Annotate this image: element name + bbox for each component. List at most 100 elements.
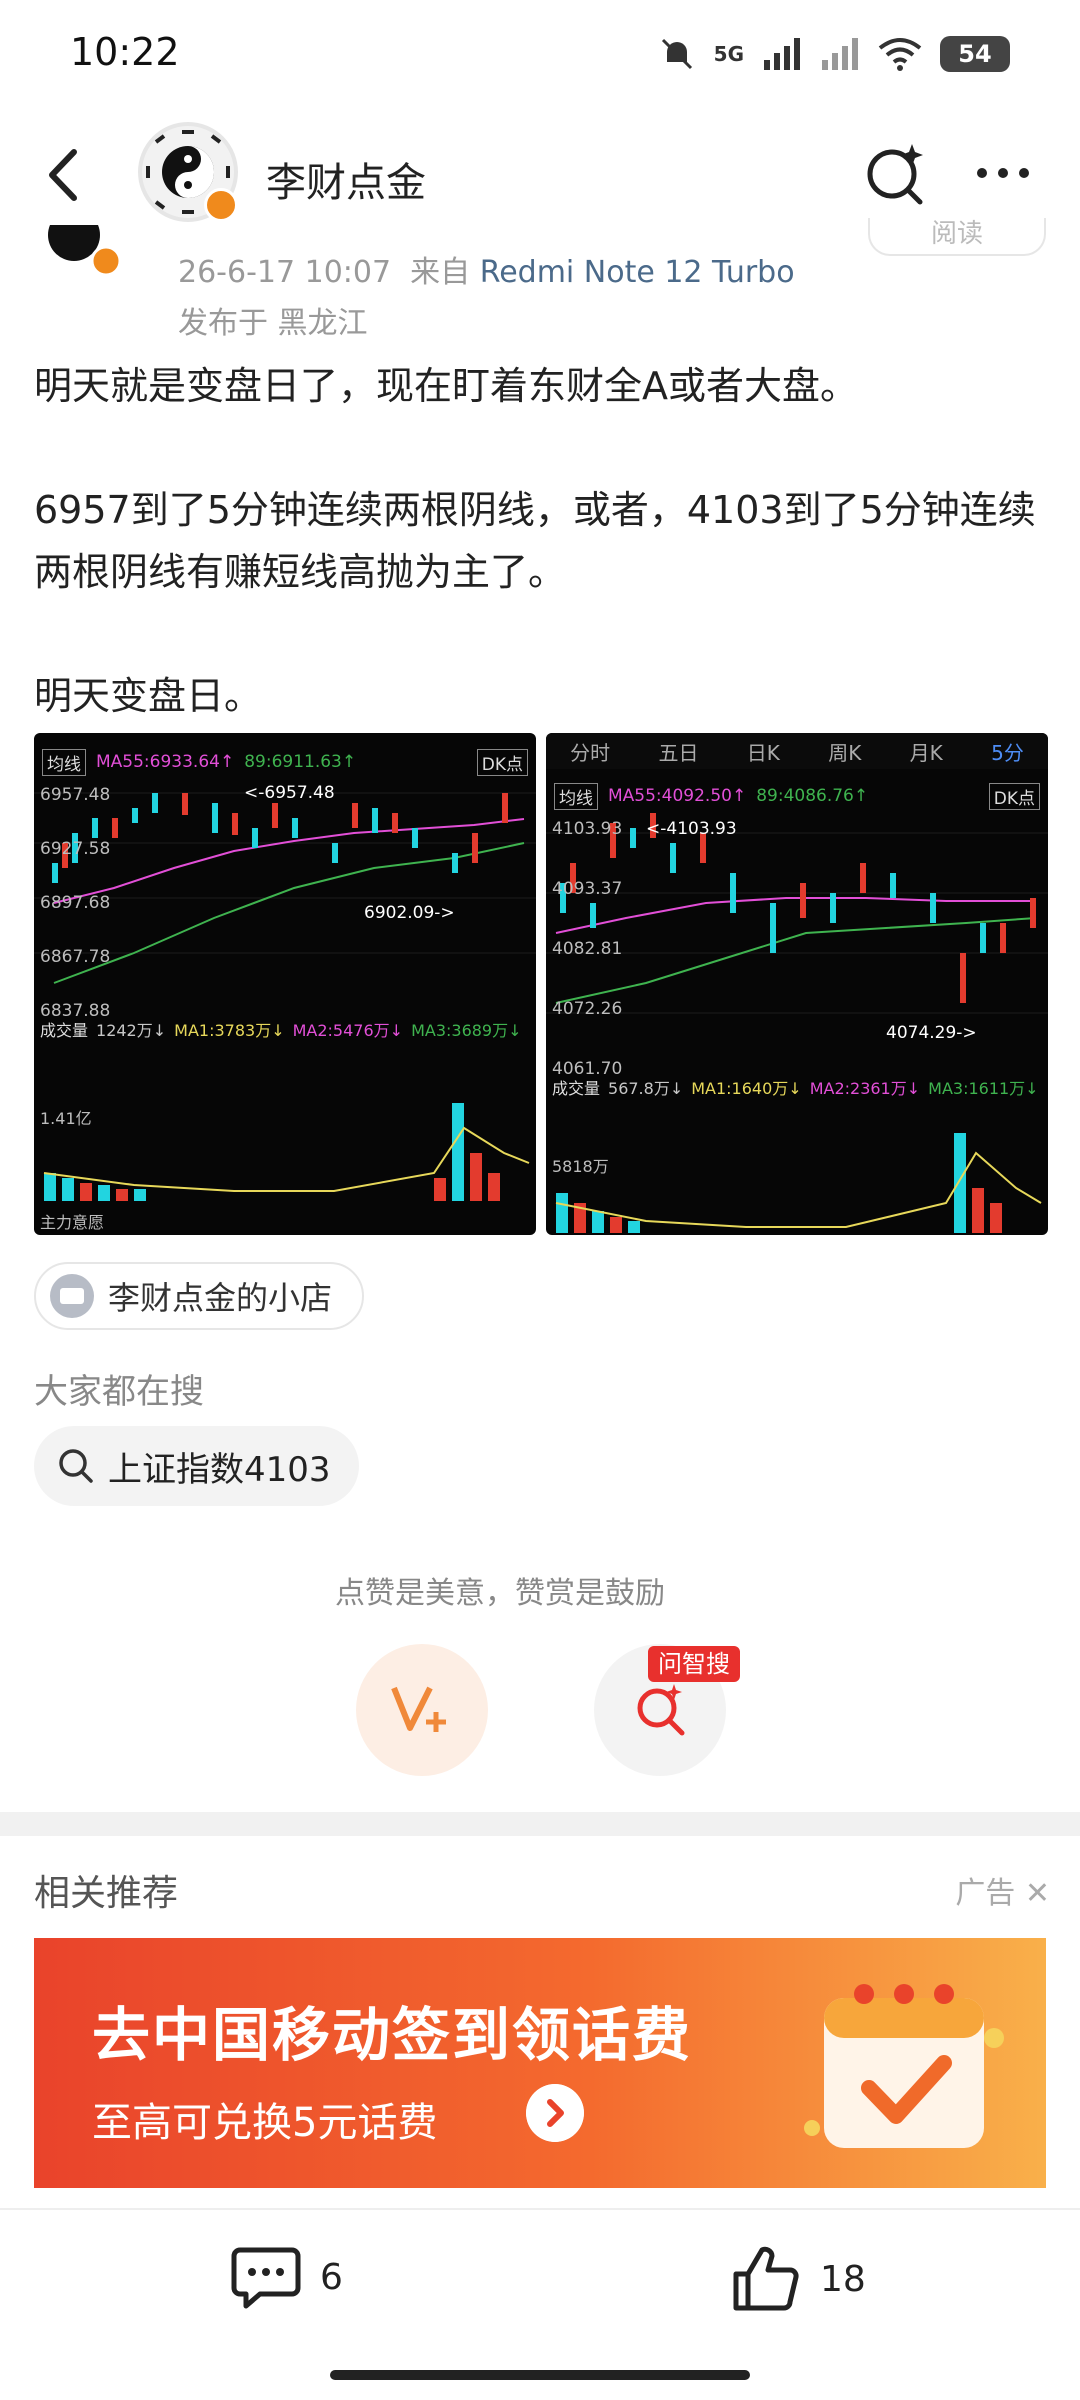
ask-search-icon — [637, 1684, 685, 1736]
low-annotation: 6902.09-> — [364, 903, 455, 923]
thumbs-up-icon — [733, 2246, 799, 2311]
volume-value: 1242万↓ — [96, 1021, 167, 1040]
shop-link[interactable]: 李财点金的小店 — [34, 1262, 365, 1330]
comment-icon — [231, 2247, 301, 2309]
volume-tag: 成交量 — [40, 1021, 89, 1040]
ad-tag[interactable]: 广告 ✕ — [955, 1868, 1050, 1912]
author-avatar-small[interactable] — [34, 225, 124, 285]
high-annotation: <-4103.93 — [646, 819, 737, 839]
ma89-value: 89:6911.63↑ — [244, 752, 357, 772]
price-tick: 6927.58 — [40, 839, 111, 859]
comment-button[interactable]: 6 — [230, 2244, 343, 2310]
verified-badge-icon — [204, 188, 238, 222]
high-annotation: <-6957.48 — [244, 783, 335, 803]
chevron-right-icon[interactable] — [526, 2084, 584, 2142]
volume-ma2: MA2:5476万↓ — [292, 1021, 404, 1040]
trending-search-query: 上证指数4103 — [108, 1449, 331, 1490]
tab-period[interactable]: 月K — [910, 737, 943, 766]
volume-legend-left: 成交量 1242万↓ MA1:3783万↓ MA2:5476万↓ MA3:368… — [34, 1015, 536, 1043]
section-divider — [0, 1812, 1080, 1836]
volume-scale: 5818万 — [552, 1157, 609, 1176]
tab-period[interactable]: 五日 — [658, 737, 698, 766]
wifi-icon — [878, 38, 922, 71]
yin-yang-small-icon — [48, 225, 122, 277]
trending-search-title: 大家都在搜 — [34, 1372, 204, 1412]
volume-ma1: MA1:1640万↓ — [691, 1079, 802, 1098]
tab-period[interactable]: 分时 — [570, 737, 610, 766]
tab-period[interactable]: 日K — [747, 737, 780, 766]
more-options-icon[interactable] — [968, 138, 1038, 208]
tab-period[interactable]: 周K — [828, 737, 861, 766]
home-indicator[interactable] — [330, 2370, 750, 2380]
ask-search-badge: 问智搜 — [648, 1646, 740, 1682]
bottom-divider — [0, 2208, 1080, 2210]
network-label: 5G — [713, 42, 744, 66]
ad-banner[interactable]: 去中国移动签到领话费 至高可兑换5元话费 — [34, 1938, 1046, 2188]
close-icon[interactable]: ✕ — [1025, 1876, 1050, 1911]
price-tick: 6867.78 — [40, 947, 111, 967]
battery-indicator: 54 — [940, 36, 1010, 72]
signal-icon-2 — [822, 38, 858, 70]
ma-tag[interactable]: 均线 — [42, 748, 86, 776]
post-paragraph: 明天就是变盘日了，现在盯着东财全A或者大盘。 — [34, 364, 858, 408]
dk-point-button[interactable]: DK点 — [988, 782, 1040, 810]
like-count: 18 — [820, 2258, 866, 2300]
volume-ma3: MA3:1611万↓ — [928, 1079, 1039, 1098]
post-location: 发布于 黑龙江 — [178, 306, 368, 341]
price-tick: 4093.37 — [552, 879, 623, 899]
dk-point-button[interactable]: DK点 — [476, 748, 528, 776]
low-annotation: 4074.29-> — [886, 1023, 977, 1043]
price-tick: 4082.81 — [552, 939, 623, 959]
ma89-value: 89:4086.76↑ — [756, 786, 869, 806]
reward-button[interactable] — [356, 1644, 488, 1776]
post-date: 26-6-17 10:07 — [178, 255, 392, 290]
mute-icon — [661, 38, 692, 70]
volume-ma3: MA3:3689万↓ — [411, 1021, 522, 1040]
price-tick: 4072.26 — [552, 999, 623, 1019]
ma55-value: MA55:4092.50↑ — [608, 786, 747, 806]
tab-period-active[interactable]: 5分 — [991, 737, 1024, 766]
calendar-check-icon — [804, 1984, 1004, 2148]
shop-label: 李财点金的小店 — [108, 1279, 333, 1317]
ad-tag-label: 广告 — [955, 1876, 1016, 1911]
ma-legend-right: 均线 MA55:4092.50↑ 89:4086.76↑ DK点 — [546, 781, 1048, 811]
ma-legend-left: 均线 MA55:6933.64↑ 89:6911.63↑ DK点 — [34, 747, 536, 777]
volume-scale: 1.41亿 — [40, 1109, 92, 1128]
volume-ma1: MA1:3783万↓ — [174, 1021, 285, 1040]
chart-image-left[interactable]: 均线 MA55:6933.64↑ 89:6911.63↑ DK点 6957.48… — [34, 733, 536, 1235]
ma-tag[interactable]: 均线 — [554, 782, 598, 810]
read-count-pill: 阅读 — [868, 218, 1046, 256]
main-force-label: 主力意愿 — [40, 1213, 105, 1232]
back-arrow-icon[interactable] — [30, 140, 100, 210]
comment-count: 6 — [320, 2256, 343, 2298]
from-prefix: 来自 — [410, 255, 471, 290]
ma55-value: MA55:6933.64↑ — [96, 752, 235, 772]
status-time: 10:22 — [70, 30, 180, 74]
period-tabs: 分时 五日 日K 周K 月K 5分 — [546, 733, 1048, 769]
like-button[interactable]: 18 — [730, 2244, 866, 2314]
shop-icon — [50, 1274, 94, 1318]
volume-legend-right: 成交量 567.8万↓ MA1:1640万↓ MA2:2361万↓ MA3:16… — [546, 1073, 1048, 1101]
header-bar: 李财点金 — [0, 110, 1080, 235]
ai-search-icon[interactable] — [860, 138, 930, 208]
chart-image-right[interactable]: 分时 五日 日K 周K 月K 5分 均线 MA55:4092.50↑ 89:40… — [546, 733, 1048, 1235]
signal-icon — [764, 38, 800, 70]
post-paragraph: 6957到了5分钟连续两根阴线，或者，4103到了5分钟连续两根阴线有赚短线高抛… — [34, 488, 1036, 594]
device-link[interactable]: Redmi Note 12 Turbo — [480, 255, 795, 290]
price-tick: 6897.68 — [40, 893, 111, 913]
candlestick-chart-left — [34, 792, 536, 1201]
volume-ma2: MA2:2361万↓ — [809, 1079, 921, 1098]
trending-search-chip[interactable]: 上证指数4103 — [34, 1426, 359, 1506]
post-paragraph: 明天变盘日。 — [34, 674, 263, 718]
volume-tag: 成交量 — [552, 1079, 601, 1098]
post-body: 明天就是变盘日了，现在盯着东财全A或者大盘。 6957到了5分钟连续两根阴线，或… — [34, 355, 1044, 727]
status-bar: 10:22 5G 54 — [0, 0, 1080, 110]
volume-value: 567.8万↓ — [608, 1079, 684, 1098]
search-icon — [59, 1449, 93, 1483]
ad-headline: 去中国移动签到领话费 — [92, 2001, 693, 2069]
price-tick: 6957.48 — [40, 785, 111, 805]
ad-subline: 至高可兑换5元话费 — [92, 2100, 438, 2146]
page-title[interactable]: 李财点金 — [266, 150, 426, 208]
encourage-text: 点赞是美意，赞赏是鼓励 — [335, 1576, 665, 1611]
post-meta: 26-6-17 10:07 来自 Redmi Note 12 Turbo — [178, 247, 795, 291]
